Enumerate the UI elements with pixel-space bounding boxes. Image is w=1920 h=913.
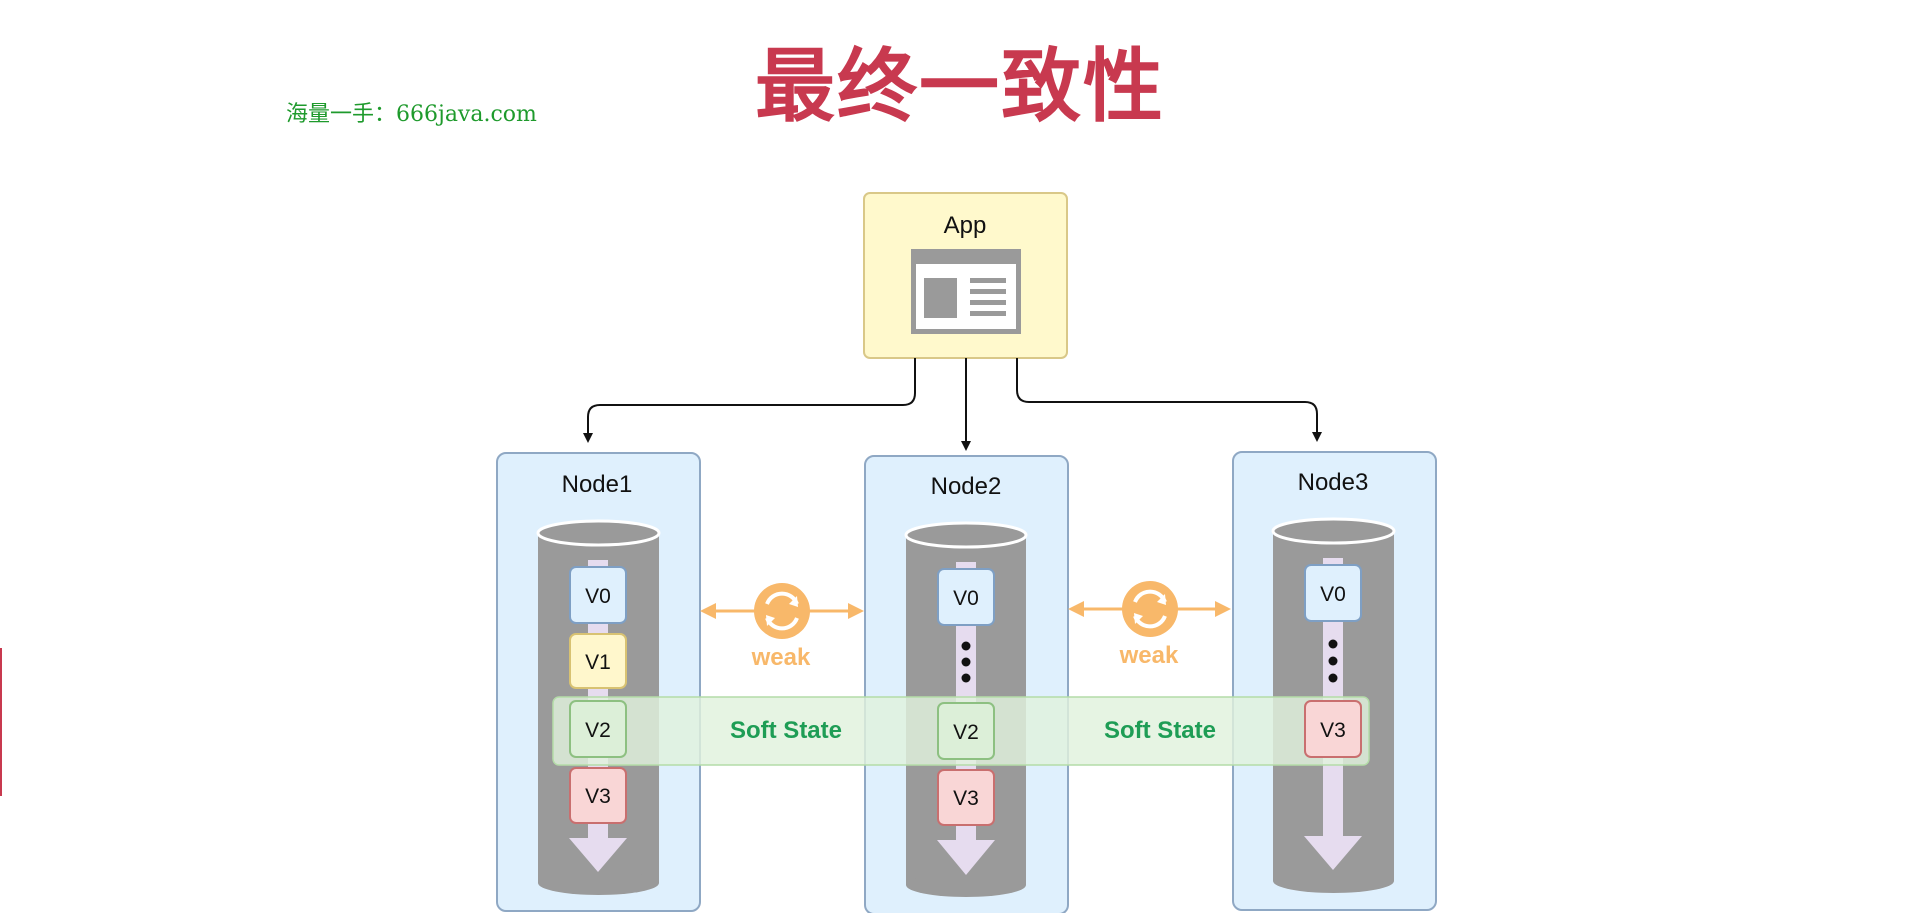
soft-state-label-left: Soft State (730, 717, 842, 744)
node2-ellipsis-icon (961, 641, 971, 683)
arrow-app-to-node3 (1016, 358, 1322, 442)
node2-version-v0: V0 (937, 568, 995, 626)
node2-version-v3-label: V3 (953, 787, 979, 810)
app-label: App (944, 212, 987, 239)
node2-version-v3: V3 (937, 769, 995, 826)
weak-label-2: weak (1119, 642, 1179, 669)
node1-version-v0-label: V0 (585, 585, 611, 608)
app-window-icon (911, 249, 1021, 334)
node2-version-v2-label: V2 (953, 721, 979, 744)
sync-refresh-icon-1 (754, 583, 810, 639)
node1-version-v0: V0 (569, 566, 627, 624)
app-box: App (863, 192, 1068, 359)
node3-label: Node3 (1298, 469, 1369, 496)
node2-version-v2: V2 (937, 702, 995, 760)
node3-version-v3: V3 (1304, 700, 1362, 758)
node3-version-v0-label: V0 (1320, 583, 1346, 606)
node1-version-v3: V3 (569, 767, 627, 824)
soft-state-label-right: Soft State (1104, 717, 1216, 744)
node1-version-v3-label: V3 (585, 785, 611, 808)
node2-container: Node2 (864, 455, 1069, 913)
node3-container: Node3 (1232, 451, 1437, 911)
weak-sync-connector-1: weak (700, 583, 864, 671)
node1-version-v2: V2 (569, 700, 627, 758)
node1-label: Node1 (562, 471, 633, 498)
sync-refresh-icon-2 (1122, 581, 1178, 637)
arrow-app-to-node1 (583, 358, 916, 443)
node1-version-v1-label: V1 (585, 651, 611, 674)
eventual-consistency-diagram: App Node1 Node2 Node3 Soft State Soft St… (496, 192, 1437, 913)
node3-ellipsis-icon (1328, 639, 1338, 683)
node3-version-v0: V0 (1304, 564, 1362, 622)
node2-label: Node2 (931, 473, 1002, 500)
weak-sync-connector-2: weak (1068, 581, 1231, 669)
node1-version-v2-label: V2 (585, 719, 611, 742)
weak-label-1: weak (751, 644, 811, 671)
node3-version-v3-label: V3 (1320, 719, 1346, 742)
node2-version-v0-label: V0 (953, 587, 979, 610)
node1-version-v1: V1 (569, 633, 627, 689)
